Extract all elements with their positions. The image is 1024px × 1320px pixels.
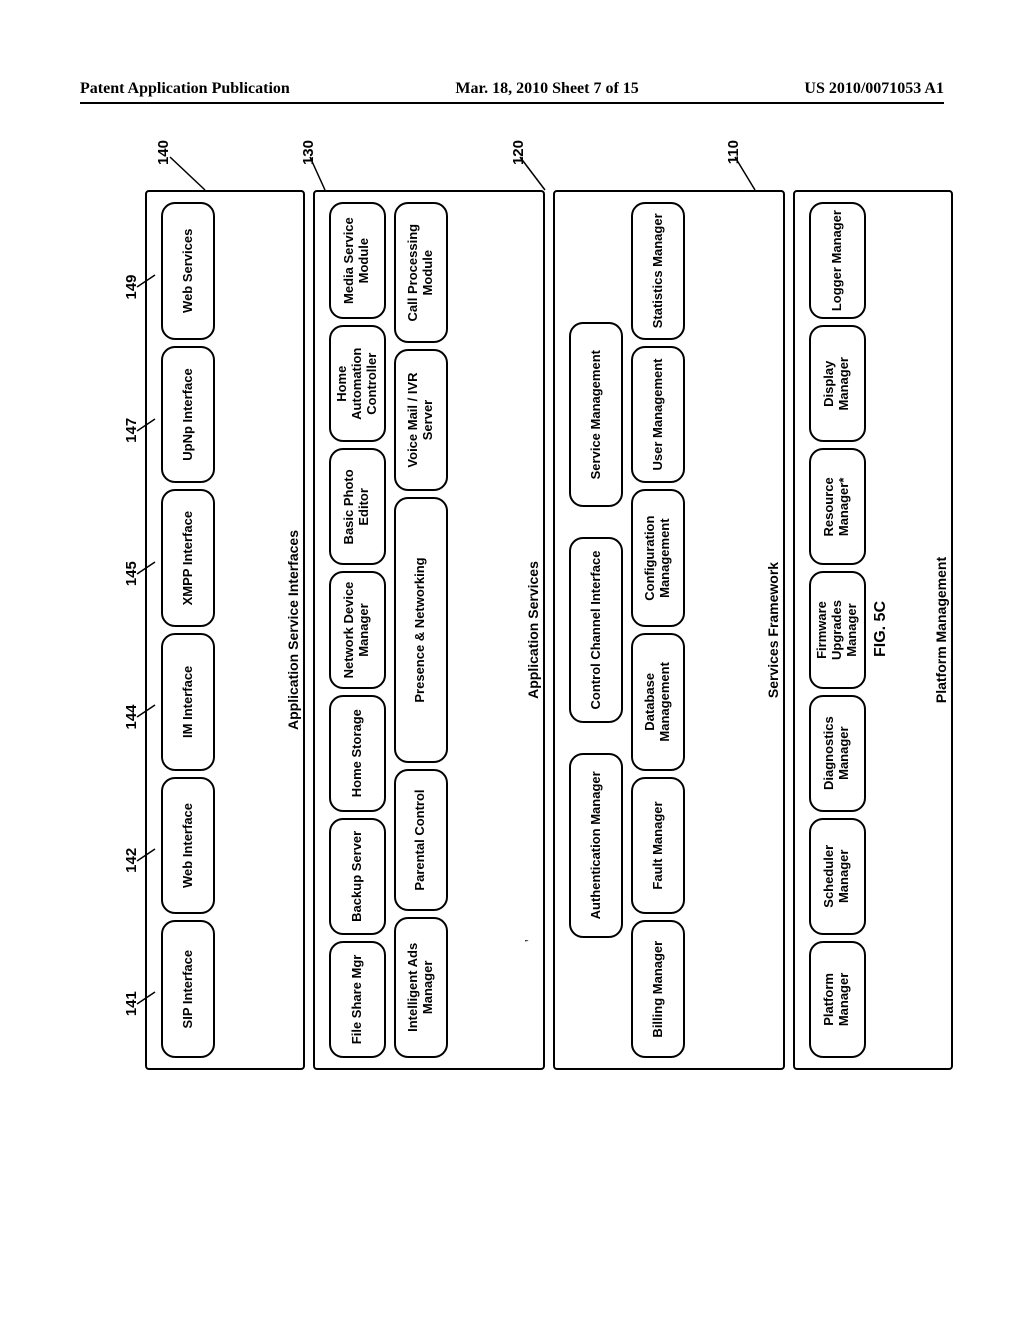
diagram-box: Presence & Networking [394, 497, 448, 764]
row: Intelligent Ads Manager Parental ControlP… [394, 202, 448, 1058]
diagram-canvas: SIP InterfaceWeb Interface IM Interface XM… [145, 190, 885, 1070]
diagram-box: Backup Server [329, 818, 386, 935]
diagram-box: SIP Interface [161, 920, 215, 1058]
diagram-box: Platform Manager [809, 941, 866, 1058]
diagram-box: Firmware Upgrades Manager [809, 571, 866, 688]
leader-line [137, 847, 159, 867]
diagram-box: Basic Photo Editor [329, 448, 386, 565]
diagram-box: Voice Mail / IVR Server [394, 349, 448, 490]
layer-label: Application Services [525, 561, 541, 699]
layer-label: Application Service Interfaces [285, 530, 301, 730]
diagram-box: Resource Manager* [809, 448, 866, 565]
header-left: Patent Application Publication [80, 80, 290, 98]
diagram-box: IM Interface [161, 633, 215, 771]
row: Platform Manager Scheduler Manager Diagnos… [809, 202, 866, 1058]
leader-line [137, 274, 159, 294]
layer-services-framework: Authentication Manager Control Channel In… [553, 190, 785, 1070]
row: File Share Mgr Backup Server Home Storage N… [329, 202, 386, 1058]
row: Billing ManagerFault Manager Database Man… [631, 202, 685, 1058]
header-rule [80, 102, 944, 104]
diagram-box: Authentication Manager [569, 753, 623, 938]
diagram-box: File Share Mgr [329, 941, 386, 1058]
diagram-box: Control Channel Interface [569, 537, 623, 722]
header-center: Mar. 18, 2010 Sheet 7 of 15 [455, 80, 638, 98]
diagram-box: Home Automation Controller [329, 325, 386, 442]
row: Authentication Manager Control Channel In… [569, 202, 623, 1058]
diagram-box: Configuration Management [631, 489, 685, 627]
layer-app-services: File Share Mgr Backup Server Home Storage N… [313, 190, 545, 1070]
leader-line [137, 704, 159, 724]
diagram-box: Call Processing Module [394, 202, 448, 343]
header-right: US 2010/0071053 A1 [804, 80, 944, 98]
layer-label: Services Framework [765, 562, 781, 698]
diagram-box: Scheduler Manager [809, 818, 866, 935]
diagram-box: Web Interface [161, 777, 215, 915]
diagram-box: Statistics Manager [631, 202, 685, 340]
diagram-box: Media Service Module [329, 202, 386, 319]
diagram-box: Diagnostics Manager [809, 695, 866, 812]
leader-line [137, 560, 159, 580]
diagram-box: Fault Manager [631, 777, 685, 915]
diagram-box: Home Storage [329, 695, 386, 812]
leader-line [137, 417, 159, 437]
leader-line [137, 990, 159, 1010]
diagram-box: Logger Manager [809, 202, 866, 319]
page-header: Patent Application Publication Mar. 18, … [80, 80, 944, 98]
diagram-box: Network Device Manager [329, 571, 386, 688]
figure-area: SIP InterfaceWeb InterfaceIM InterfaceXM… [75, 260, 955, 1000]
row: SIP InterfaceWeb Interface IM Interface XM… [161, 202, 215, 1058]
stray-mark: ' [523, 939, 539, 942]
diagram-box: Parental Control [394, 769, 448, 910]
diagram-box: XMPP Interface [161, 489, 215, 627]
layer-interfaces: SIP InterfaceWeb Interface IM Interface XM… [145, 190, 305, 1070]
diagram-box: UpNp Interface [161, 346, 215, 484]
layer-label: Platform Management [933, 557, 949, 703]
leader-lines [145, 135, 885, 195]
diagram-box: Billing Manager [631, 920, 685, 1058]
figure-caption: FIG. 5C [872, 601, 890, 657]
diagram-box: Service Management [569, 322, 623, 507]
diagram-box: Intelligent Ads Manager [394, 917, 448, 1058]
diagram-box: Display Manager [809, 325, 866, 442]
diagram-box: Database Management [631, 633, 685, 771]
diagram-box: Web Services [161, 202, 215, 340]
diagram-box: User Management [631, 346, 685, 484]
